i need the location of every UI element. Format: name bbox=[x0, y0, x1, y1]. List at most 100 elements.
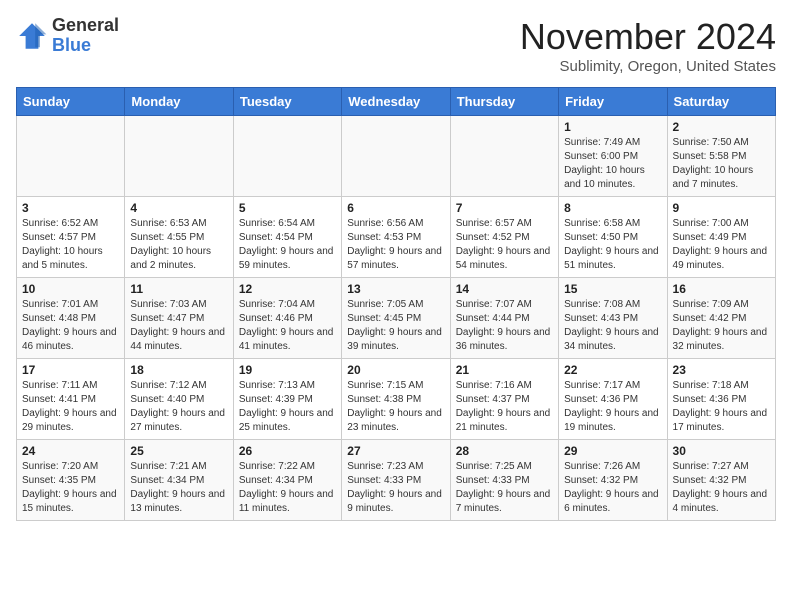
week-row-2: 3Sunrise: 6:52 AM Sunset: 4:57 PM Daylig… bbox=[17, 197, 776, 278]
calendar-cell: 15 Sunrise: 7:08 AM Sunset: 4:43 PM Dayli… bbox=[559, 278, 667, 359]
day-number: 6 bbox=[347, 201, 444, 215]
logo-text: General Blue bbox=[52, 16, 119, 56]
header: General Blue November 2024 Sublimity, Or… bbox=[16, 16, 776, 75]
calendar-cell: 19 Sunrise: 7:13 AM Sunset: 4:39 PM Dayli… bbox=[233, 359, 341, 440]
day-number: 22 bbox=[564, 363, 661, 377]
header-monday: Monday bbox=[125, 88, 233, 116]
day-info: Sunrise: 6:54 AM Sunset: 4:54 PM Dayligh… bbox=[239, 217, 336, 273]
day-number: 7 bbox=[456, 201, 553, 215]
week-row-5: 24 Sunrise: 7:20 AM Sunset: 4:35 PM Dayli… bbox=[17, 440, 776, 521]
day-info: Sunrise: 7:25 AM Sunset: 4:33 PM Dayligh… bbox=[456, 460, 553, 516]
calendar-cell: 30 Sunrise: 7:27 AM Sunset: 4:32 PM Dayli… bbox=[667, 440, 775, 521]
header-wednesday: Wednesday bbox=[342, 88, 450, 116]
header-thursday: Thursday bbox=[450, 88, 558, 116]
day-info: Sunrise: 7:03 AM Sunset: 4:47 PM Dayligh… bbox=[130, 298, 227, 354]
calendar-cell: 18 Sunrise: 7:12 AM Sunset: 4:40 PM Dayli… bbox=[125, 359, 233, 440]
day-number: 1 bbox=[564, 120, 661, 134]
day-info: Sunrise: 7:22 AM Sunset: 4:34 PM Dayligh… bbox=[239, 460, 336, 516]
day-number: 29 bbox=[564, 444, 661, 458]
day-info: Sunrise: 7:05 AM Sunset: 4:45 PM Dayligh… bbox=[347, 298, 444, 354]
day-info: Sunrise: 7:49 AM Sunset: 6:00 PM Dayligh… bbox=[564, 136, 661, 192]
calendar-cell: 26 Sunrise: 7:22 AM Sunset: 4:34 PM Dayli… bbox=[233, 440, 341, 521]
calendar-cell: 4 Sunrise: 6:53 AM Sunset: 4:55 PM Daylig… bbox=[125, 197, 233, 278]
day-number: 14 bbox=[456, 282, 553, 296]
calendar-cell: 8 Sunrise: 6:58 AM Sunset: 4:50 PM Daylig… bbox=[559, 197, 667, 278]
week-row-4: 17 Sunrise: 7:11 AM Sunset: 4:41 PM Dayli… bbox=[17, 359, 776, 440]
calendar-cell bbox=[125, 116, 233, 197]
day-number: 12 bbox=[239, 282, 336, 296]
day-info: Sunrise: 7:13 AM Sunset: 4:39 PM Dayligh… bbox=[239, 379, 336, 435]
day-number: 16 bbox=[673, 282, 770, 296]
header-saturday: Saturday bbox=[667, 88, 775, 116]
day-info: Sunrise: 6:53 AM Sunset: 4:55 PM Dayligh… bbox=[130, 217, 227, 273]
day-info: Sunrise: 7:27 AM Sunset: 4:32 PM Dayligh… bbox=[673, 460, 770, 516]
day-number: 17 bbox=[22, 363, 119, 377]
day-info: Sunrise: 6:57 AM Sunset: 4:52 PM Dayligh… bbox=[456, 217, 553, 273]
calendar-cell: 17 Sunrise: 7:11 AM Sunset: 4:41 PM Dayli… bbox=[17, 359, 125, 440]
calendar-cell: 9 Sunrise: 7:00 AM Sunset: 4:49 PM Daylig… bbox=[667, 197, 775, 278]
day-number: 19 bbox=[239, 363, 336, 377]
day-number: 4 bbox=[130, 201, 227, 215]
calendar-cell: 20 Sunrise: 7:15 AM Sunset: 4:38 PM Dayli… bbox=[342, 359, 450, 440]
day-number: 13 bbox=[347, 282, 444, 296]
day-info: Sunrise: 7:04 AM Sunset: 4:46 PM Dayligh… bbox=[239, 298, 336, 354]
calendar-cell: 24 Sunrise: 7:20 AM Sunset: 4:35 PM Dayli… bbox=[17, 440, 125, 521]
calendar-cell: 11 Sunrise: 7:03 AM Sunset: 4:47 PM Dayli… bbox=[125, 278, 233, 359]
logo-blue: Blue bbox=[52, 36, 119, 56]
calendar-cell: 21Sunrise: 7:16 AM Sunset: 4:37 PM Dayli… bbox=[450, 359, 558, 440]
day-info: Sunrise: 7:23 AM Sunset: 4:33 PM Dayligh… bbox=[347, 460, 444, 516]
day-number: 11 bbox=[130, 282, 227, 296]
calendar-cell: 14Sunrise: 7:07 AM Sunset: 4:44 PM Dayli… bbox=[450, 278, 558, 359]
day-info: Sunrise: 7:08 AM Sunset: 4:43 PM Dayligh… bbox=[564, 298, 661, 354]
calendar-cell bbox=[233, 116, 341, 197]
day-number: 20 bbox=[347, 363, 444, 377]
calendar-cell bbox=[450, 116, 558, 197]
calendar-cell: 13 Sunrise: 7:05 AM Sunset: 4:45 PM Dayli… bbox=[342, 278, 450, 359]
location-subtitle: Sublimity, Oregon, United States bbox=[520, 58, 776, 75]
day-info: Sunrise: 6:58 AM Sunset: 4:50 PM Dayligh… bbox=[564, 217, 661, 273]
day-info: Sunrise: 7:17 AM Sunset: 4:36 PM Dayligh… bbox=[564, 379, 661, 435]
calendar-cell: 3Sunrise: 6:52 AM Sunset: 4:57 PM Daylig… bbox=[17, 197, 125, 278]
calendar-cell: 29 Sunrise: 7:26 AM Sunset: 4:32 PM Dayli… bbox=[559, 440, 667, 521]
day-number: 8 bbox=[564, 201, 661, 215]
day-number: 24 bbox=[22, 444, 119, 458]
day-info: Sunrise: 7:20 AM Sunset: 4:35 PM Dayligh… bbox=[22, 460, 119, 516]
calendar-cell: 7 Sunrise: 6:57 AM Sunset: 4:52 PM Daylig… bbox=[450, 197, 558, 278]
day-number: 15 bbox=[564, 282, 661, 296]
calendar-cell: 23Sunrise: 7:18 AM Sunset: 4:36 PM Dayli… bbox=[667, 359, 775, 440]
calendar-header-row: SundayMondayTuesdayWednesdayThursdayFrid… bbox=[17, 88, 776, 116]
calendar-cell bbox=[17, 116, 125, 197]
calendar-cell: 12 Sunrise: 7:04 AM Sunset: 4:46 PM Dayli… bbox=[233, 278, 341, 359]
week-row-1: 1 Sunrise: 7:49 AM Sunset: 6:00 PM Daylig… bbox=[17, 116, 776, 197]
day-number: 18 bbox=[130, 363, 227, 377]
week-row-3: 10Sunrise: 7:01 AM Sunset: 4:48 PM Dayli… bbox=[17, 278, 776, 359]
day-number: 23 bbox=[673, 363, 770, 377]
day-number: 26 bbox=[239, 444, 336, 458]
day-info: Sunrise: 7:00 AM Sunset: 4:49 PM Dayligh… bbox=[673, 217, 770, 273]
calendar-cell bbox=[342, 116, 450, 197]
day-info: Sunrise: 7:11 AM Sunset: 4:41 PM Dayligh… bbox=[22, 379, 119, 435]
day-info: Sunrise: 7:12 AM Sunset: 4:40 PM Dayligh… bbox=[130, 379, 227, 435]
day-info: Sunrise: 7:01 AM Sunset: 4:48 PM Dayligh… bbox=[22, 298, 119, 354]
calendar-cell: 5Sunrise: 6:54 AM Sunset: 4:54 PM Daylig… bbox=[233, 197, 341, 278]
day-info: Sunrise: 7:50 AM Sunset: 5:58 PM Dayligh… bbox=[673, 136, 770, 192]
calendar-cell: 25 Sunrise: 7:21 AM Sunset: 4:34 PM Dayli… bbox=[125, 440, 233, 521]
day-number: 28 bbox=[456, 444, 553, 458]
day-number: 25 bbox=[130, 444, 227, 458]
calendar-cell: 6Sunrise: 6:56 AM Sunset: 4:53 PM Daylig… bbox=[342, 197, 450, 278]
header-sunday: Sunday bbox=[17, 88, 125, 116]
day-info: Sunrise: 7:26 AM Sunset: 4:32 PM Dayligh… bbox=[564, 460, 661, 516]
header-friday: Friday bbox=[559, 88, 667, 116]
day-info: Sunrise: 7:16 AM Sunset: 4:37 PM Dayligh… bbox=[456, 379, 553, 435]
logo: General Blue bbox=[16, 16, 119, 56]
day-number: 3 bbox=[22, 201, 119, 215]
day-info: Sunrise: 7:21 AM Sunset: 4:34 PM Dayligh… bbox=[130, 460, 227, 516]
day-info: Sunrise: 7:15 AM Sunset: 4:38 PM Dayligh… bbox=[347, 379, 444, 435]
day-number: 9 bbox=[673, 201, 770, 215]
calendar-cell: 28 Sunrise: 7:25 AM Sunset: 4:33 PM Dayli… bbox=[450, 440, 558, 521]
day-number: 30 bbox=[673, 444, 770, 458]
calendar-cell: 10Sunrise: 7:01 AM Sunset: 4:48 PM Dayli… bbox=[17, 278, 125, 359]
day-number: 27 bbox=[347, 444, 444, 458]
calendar-cell: 2Sunrise: 7:50 AM Sunset: 5:58 PM Daylig… bbox=[667, 116, 775, 197]
calendar-cell: 27 Sunrise: 7:23 AM Sunset: 4:33 PM Dayli… bbox=[342, 440, 450, 521]
